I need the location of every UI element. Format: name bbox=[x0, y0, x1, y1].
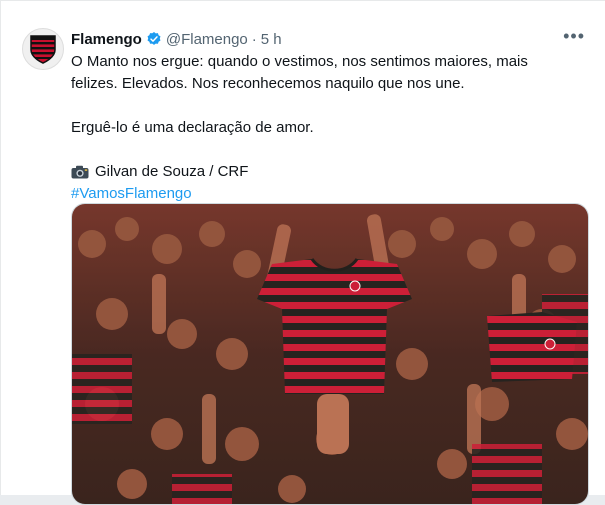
dot-separator: · bbox=[251, 30, 257, 48]
tweet-timestamp[interactable]: 5 h bbox=[261, 31, 282, 48]
author-name[interactable]: Flamengo bbox=[71, 31, 142, 48]
hashtag-link[interactable]: #VamosFlamengo bbox=[71, 185, 192, 202]
camera-icon bbox=[71, 165, 89, 179]
tweet-declaration: Erguê-lo é uma declaração de amor. bbox=[71, 119, 314, 136]
photo-credit: Gilvan de Souza / CRF bbox=[95, 163, 249, 180]
tweet-text: O Manto nos ergue: quando o vestimos, no… bbox=[71, 51, 571, 205]
tweet-text-line: O Manto nos ergue: quando o vestimos, no… bbox=[71, 53, 528, 70]
tweet-photo[interactable] bbox=[71, 203, 589, 505]
tweet-card[interactable]: Flamengo @Flamengo · 5 h ••• O Manto nos… bbox=[0, 0, 605, 505]
flamengo-crest-icon bbox=[30, 35, 56, 64]
tweet-text-line: felizes. Elevados. Nos reconhecemos naqu… bbox=[71, 75, 465, 92]
photo-credit-line: Gilvan de Souza / CRF bbox=[71, 161, 571, 183]
more-options-icon[interactable]: ••• bbox=[563, 26, 585, 47]
author-handle[interactable]: @Flamengo bbox=[166, 31, 248, 48]
verified-badge-icon[interactable] bbox=[146, 31, 162, 47]
author-avatar[interactable] bbox=[22, 28, 64, 70]
tweet-header: Flamengo @Flamengo · 5 h ••• bbox=[71, 26, 591, 50]
crowd-photo-image bbox=[72, 204, 588, 504]
